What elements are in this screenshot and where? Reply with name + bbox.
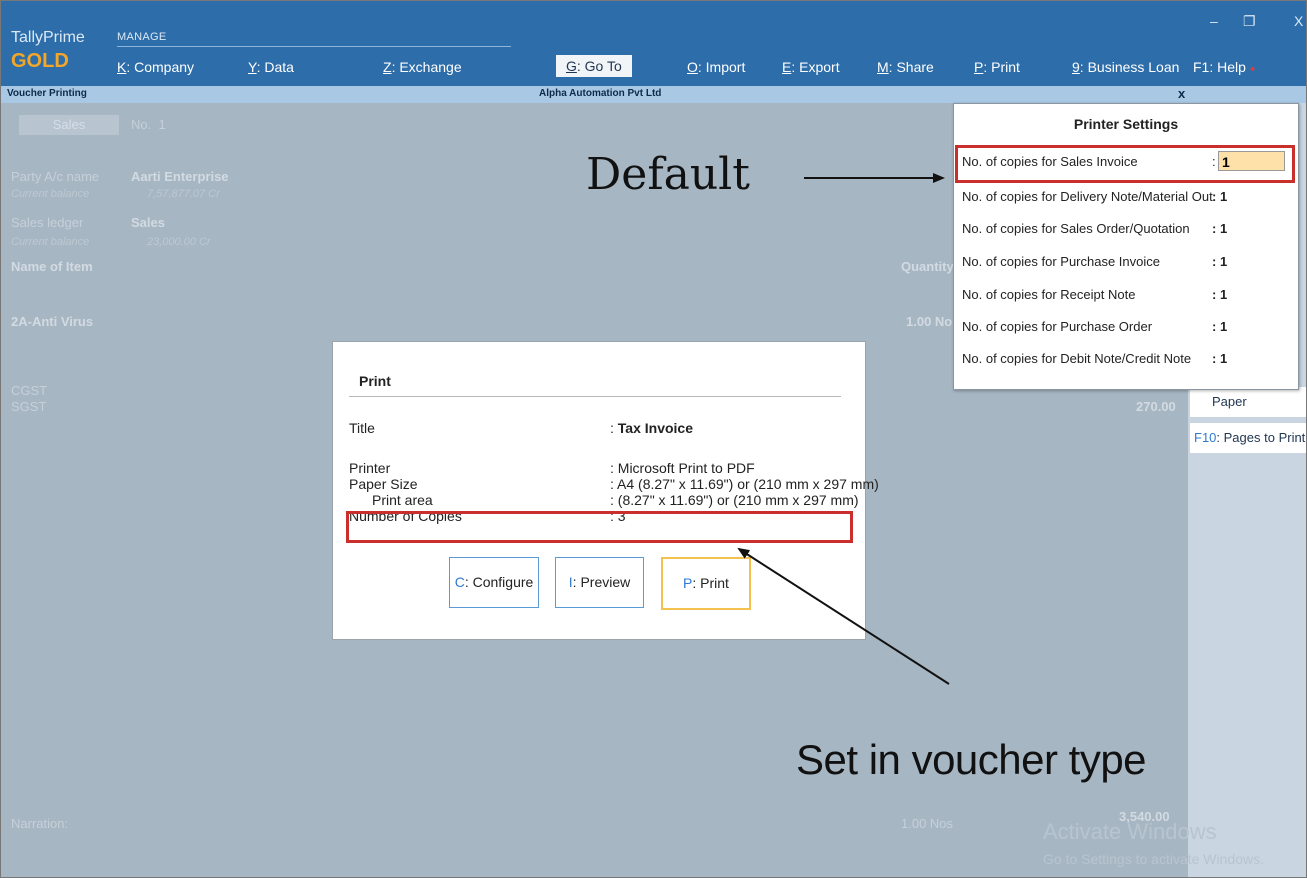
activate-windows-subtitle: Go to Settings to activate Windows. — [1043, 851, 1264, 867]
voucher-type-arrow — [737, 547, 950, 685]
annotation-arrows — [737, 173, 950, 685]
app-window: TallyPrime GOLD MANAGE K: Company Y: Dat… — [0, 0, 1307, 878]
activate-windows-title: Activate Windows — [1043, 819, 1217, 844]
